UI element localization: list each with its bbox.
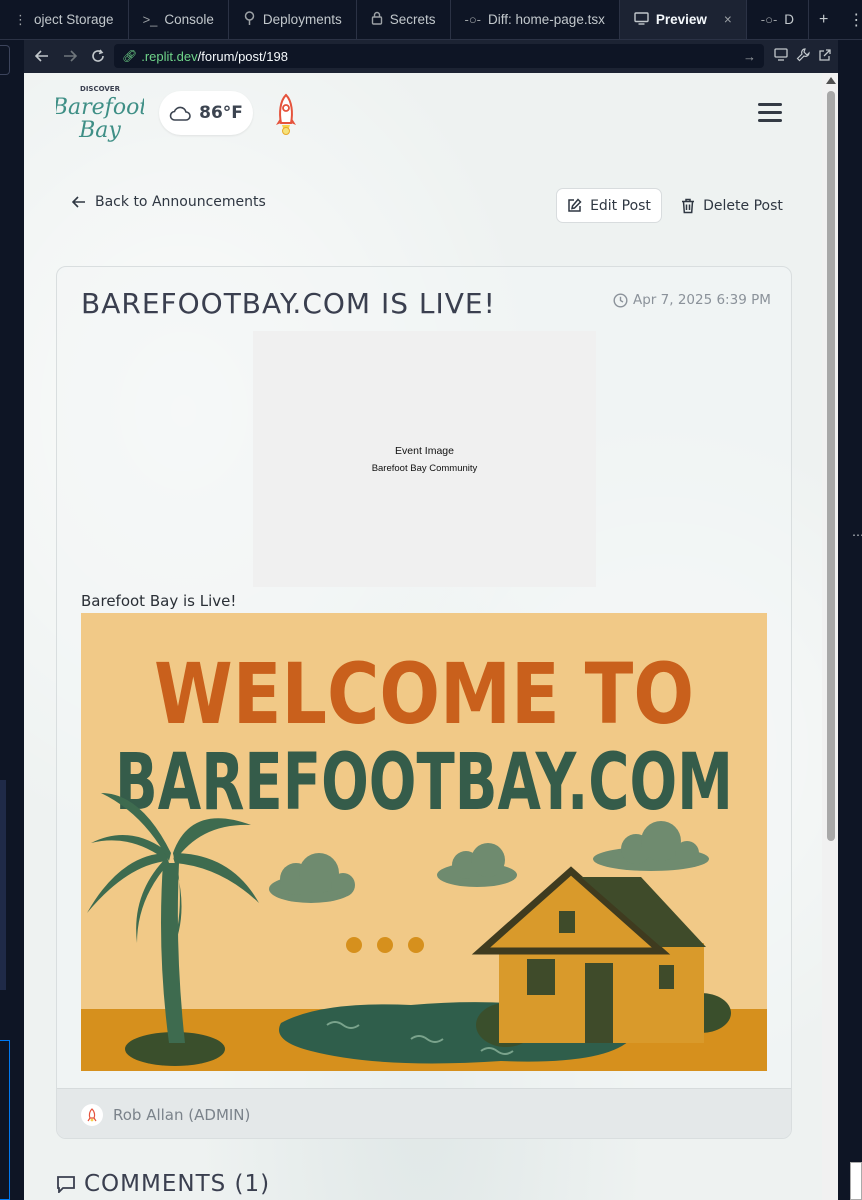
tab-secrets[interactable]: Secrets [357,0,451,39]
tab-label: Console [164,12,214,27]
scrollbar[interactable] [822,73,838,1200]
panel-edge-box [850,1162,862,1200]
weather-temp: 86°F [199,103,243,123]
clock-icon [613,292,628,308]
url-path: /forum/post/198 [197,48,288,64]
event-image-title: Event Image [395,444,454,457]
tab-label: D [784,12,795,27]
wrench-icon[interactable] [796,47,810,65]
event-image-placeholder: Event Image Barefoot Bay Community [253,331,596,587]
back-link-label: Back to Announcements [95,194,266,210]
tab-label: oject Storage [34,12,114,27]
post-date-text: Apr 7, 2025 6:39 PM [633,292,771,308]
url-domain: .replit.dev [141,48,198,64]
back-to-announcements-link[interactable]: Back to Announcements [72,194,266,210]
more-vert-icon[interactable]: ⋮ [838,0,862,39]
more-vert-icon: ⋮ [14,11,27,27]
welcome-banner-image: WELCOME TO BAREFOOTBAY.COM [81,613,767,1071]
tab-d[interactable]: -○- D [747,0,810,39]
logo-line2: Bay [78,118,121,143]
post-author-bar: Rob Allan (ADMIN) [57,1088,791,1138]
barefoot-bay-logo[interactable]: DISCOVER Barefoot Bay [56,81,144,143]
edit-icon [568,198,582,212]
delete-post-label: Delete Post [703,197,783,214]
tab-label: Diff: home-page.tsx [488,12,605,27]
right-panel-edge: ⋯ [838,40,862,1200]
more-horiz-icon[interactable]: ⋯ [852,528,862,542]
post-date: Apr 7, 2025 6:39 PM [613,292,771,308]
external-link-icon[interactable] [818,48,832,65]
tab-diff[interactable]: -○- Diff: home-page.tsx [451,0,620,39]
post-title: BAREFOOTBAY.COM IS LIVE! [81,287,496,320]
panel-edge-focus [0,1040,10,1200]
arrow-left-icon [72,196,85,208]
avatar [81,1103,103,1126]
tab-console[interactable]: >_ Console [129,0,229,39]
event-image-subtitle: Barefoot Bay Community [371,462,478,474]
panel-edge-button [0,45,10,75]
tab-label: Secrets [389,12,436,27]
go-arrow-icon[interactable]: → [743,49,756,64]
post-body: Barefoot Bay is Live! [81,592,237,610]
lock-icon [371,11,383,28]
tab-deployments[interactable]: Deployments [229,0,357,39]
monitor-icon [634,11,649,28]
scrollbar-thumb[interactable] [827,91,835,841]
menu-icon[interactable] [758,103,782,123]
terminal-icon: >_ [142,12,158,27]
tab-label: Preview [655,12,707,27]
logo-top: DISCOVER [80,85,121,93]
new-tab-button[interactable]: + [809,0,838,39]
tab-object-storage[interactable]: ⋮ oject Storage [0,0,129,39]
close-icon[interactable]: × [724,12,732,27]
comment-icon [57,1176,75,1193]
address-bar: 🔗︎ .replit.dev/forum/post/198 → [24,40,838,72]
logo-line1: Barefoot [56,95,144,120]
deployments-icon [243,11,256,28]
devices-icon[interactable] [774,47,788,65]
trash-icon [682,198,695,213]
git-commit-icon: -○- [760,12,778,27]
url-field[interactable]: 🔗︎ .replit.dev/forum/post/198 → [114,44,764,68]
link-icon: 🔗︎ [122,49,138,63]
reload-icon[interactable] [86,44,110,68]
comments-heading: COMMENTS (1) [56,1171,270,1197]
tab-label: Deployments [262,12,342,27]
weather-widget[interactable]: 86°F [159,91,253,135]
tab-preview[interactable]: Preview × [619,0,747,39]
tab-bar: ⋮ oject Storage >_ Console Deployments S… [0,0,862,40]
post-card: BAREFOOTBAY.COM IS LIVE! Apr 7, 2025 6:3… [56,266,792,1139]
cloud-icon [169,106,191,121]
post-author: Rob Allan (ADMIN) [113,1105,251,1124]
banner-line2: BAREFOOTBAY.COM [115,738,733,828]
panel-edge-highlight [0,780,6,990]
comments-heading-text: COMMENTS (1) [84,1171,271,1197]
site-preview: DISCOVER Barefoot Bay 86°F Back to Annou… [24,73,822,1200]
git-commit-icon: -○- [464,12,482,27]
edit-post-button[interactable]: Edit Post [556,188,662,223]
banner-line1: WELCOME TO [154,645,694,743]
scroll-up-icon[interactable] [826,77,836,84]
back-arrow-icon[interactable] [30,44,54,68]
rocket-avatar-icon [87,1107,97,1121]
rocket-icon[interactable] [272,93,300,143]
forward-arrow-icon[interactable] [58,44,82,68]
delete-post-button[interactable]: Delete Post [674,188,790,223]
edit-post-label: Edit Post [590,197,651,214]
left-panel-edge [0,40,24,1200]
